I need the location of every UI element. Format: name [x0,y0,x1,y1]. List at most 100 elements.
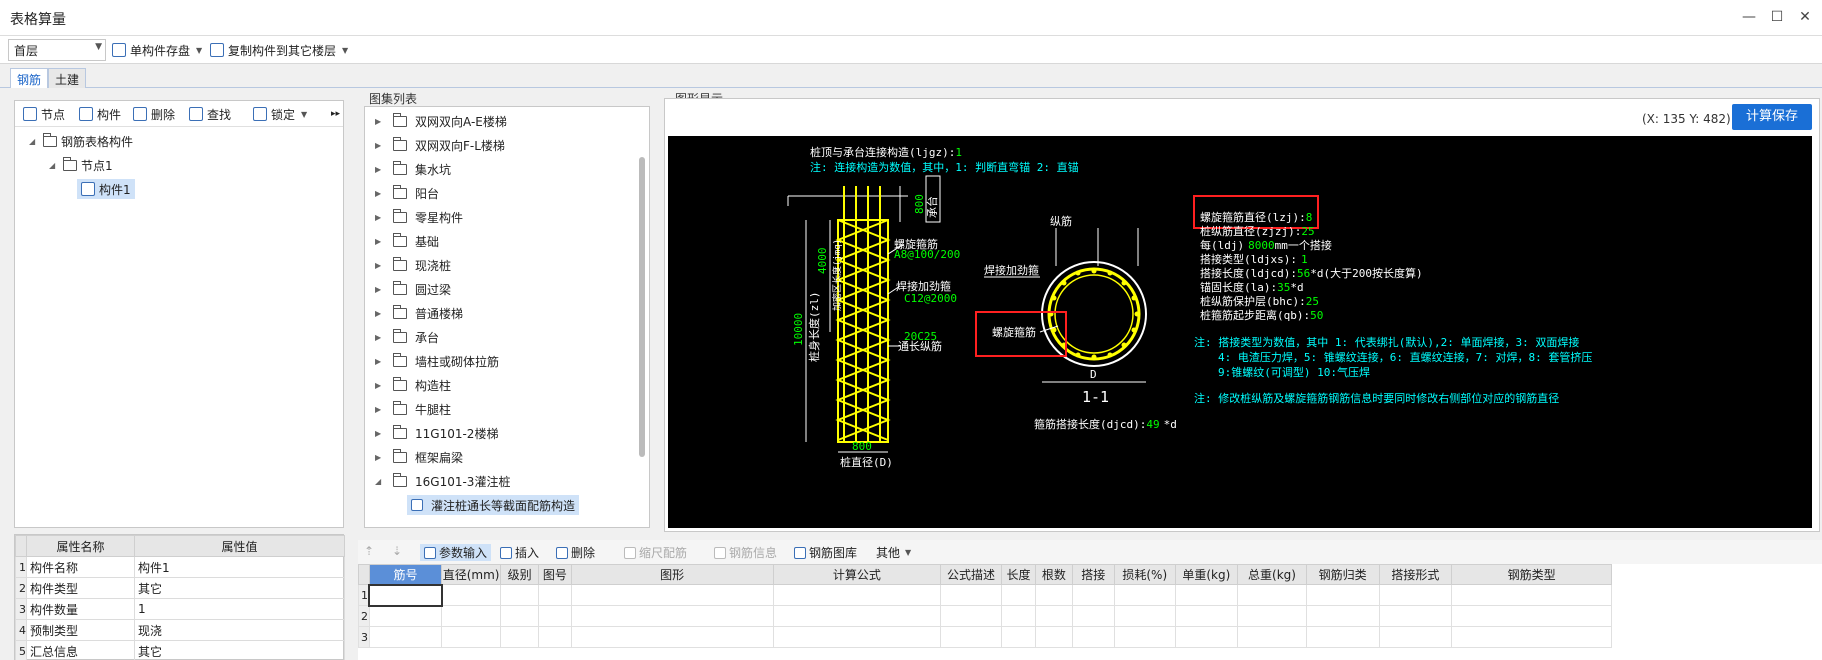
list-item[interactable]: ▶ 圆过梁 [375,279,451,299]
col-length[interactable]: 长度 [1000,564,1037,585]
grid-cell[interactable] [1071,605,1115,627]
grid-cell[interactable] [1237,605,1307,627]
list-item[interactable]: ▶ 阳台 [375,183,439,203]
prop-value[interactable]: 其它 [134,577,345,599]
prop-value[interactable]: 其它 [134,640,345,660]
grid-cell[interactable] [772,605,942,627]
list-item[interactable]: ▶ 墙柱或砌体拉筋 [375,351,499,371]
list-item[interactable]: ▶ 双网双向A-E楼梯 [375,111,507,131]
grid-cell[interactable] [1000,605,1037,627]
collapse-icon[interactable]: ◢ [375,477,385,486]
grid-cell[interactable] [1071,626,1115,648]
minimize-icon[interactable]: — [1738,6,1760,28]
list-item[interactable]: ◢ 16G101-3灌注桩 [375,471,510,491]
grid-cell[interactable] [1451,605,1612,627]
col-grade[interactable]: 级别 [499,564,540,585]
list-item[interactable]: ▶ 构造柱 [375,375,451,395]
grid-cell[interactable] [1451,626,1612,648]
grid-cell-active[interactable] [368,583,443,607]
list-item[interactable]: ▶ 框架扁梁 [375,447,463,467]
expand-icon[interactable]: ▶ [375,333,385,342]
list-item-selected[interactable]: 灌注桩通长等截面配筋构造 [407,495,580,515]
tab-civil[interactable]: 土建 [48,68,87,88]
grid-cell[interactable] [1174,584,1239,606]
scrollbar-thumb[interactable] [639,157,645,457]
list-item[interactable]: ▶ 牛腿柱 [375,399,451,419]
grid-cell[interactable] [538,584,572,606]
table-row[interactable]: 2 [358,605,1612,627]
grid-cell[interactable] [538,605,572,627]
expand-icon[interactable]: ▶ [375,165,385,174]
col-count[interactable]: 根数 [1035,564,1073,585]
col-lap[interactable]: 搭接 [1071,564,1115,585]
expand-icon[interactable]: ▶ [375,189,385,198]
rebar-library-button[interactable]: 钢筋图库 [794,544,857,561]
grid-cell[interactable] [940,626,1002,648]
grid-cell[interactable] [1113,605,1176,627]
other-menu[interactable]: 其他 ▼ [876,544,911,561]
grid-cell[interactable] [1237,584,1307,606]
close-icon[interactable]: ✕ [1794,6,1816,28]
calc-save-button[interactable]: 计算保存 [1732,104,1812,130]
table-row[interactable]: 1 [358,583,1612,607]
copy-to-floor-button[interactable]: 复制构件到其它楼层 ▼ [210,41,348,59]
param-input-button[interactable]: 参数输入 [420,544,492,561]
tree-root[interactable]: ◢ 钢筋表格构件 [29,131,133,151]
tree-node[interactable]: ◢ 节点1 [49,155,113,175]
scale-rebar-button[interactable]: 缩尺配筋 [624,544,687,561]
expand-icon[interactable]: ▶ [375,429,385,438]
prop-value[interactable]: 1 [134,598,345,620]
tab-rebar[interactable]: 钢筋 [10,68,49,88]
grid-cell[interactable] [1237,626,1307,648]
move-up-icon[interactable]: ⇡ [364,544,374,558]
grid-cell[interactable] [1305,584,1380,606]
col-category[interactable]: 钢筋归类 [1305,564,1380,585]
expand-icon[interactable]: ▶ [375,237,385,246]
list-item[interactable]: ▶ 双网双向F-L楼梯 [375,135,505,155]
cad-drawing[interactable]: 桩顶与承台连接构造(ljgz):1 注: 连接构造为数值，其中，1: 判断直弯锚… [668,136,1812,528]
lock-button[interactable]: 锁定 ▼ [253,105,307,123]
grid-cell[interactable] [1174,626,1239,648]
grid-cell[interactable] [499,584,540,606]
grid-cell[interactable] [1113,626,1176,648]
expand-more-icon[interactable]: ▸▸ [331,105,340,123]
grid-cell[interactable] [441,584,501,606]
col-total-weight[interactable]: 总重(kg) [1237,564,1307,585]
prop-value[interactable]: 构件1 [134,556,345,578]
expand-icon[interactable]: ▶ [375,141,385,150]
grid-cell[interactable] [1305,626,1380,648]
grid-cell[interactable] [570,626,774,648]
expand-icon[interactable]: ▶ [375,213,385,222]
list-item[interactable]: ▶ 11G101-2楼梯 [375,423,498,443]
expand-icon[interactable]: ◢ [49,161,59,170]
table-row[interactable]: 3 构件数量 1 [15,598,345,620]
grid-cell[interactable] [1378,626,1453,648]
move-down-icon[interactable]: ⇣ [392,544,402,558]
grid-cell[interactable] [1000,626,1037,648]
delete-row-button[interactable]: 删除 [556,544,595,561]
grid-cell[interactable] [1035,584,1073,606]
grid-cell[interactable] [1113,584,1176,606]
col-lap-type[interactable]: 搭接形式 [1378,564,1453,585]
expand-icon[interactable]: ▶ [375,405,385,414]
grid-cell[interactable] [1174,605,1239,627]
table-row[interactable]: 3 [358,626,1612,648]
col-loss[interactable]: 损耗(%) [1113,564,1176,585]
component-button[interactable]: 构件 [79,105,121,123]
floor-select[interactable]: 首层 ▼ [8,39,106,61]
table-row[interactable]: 2 构件类型 其它 [15,577,345,599]
col-shape[interactable]: 图形 [570,564,774,585]
col-figure-no[interactable]: 图号 [538,564,572,585]
node-button[interactable]: 节点 [23,105,65,123]
grid-cell[interactable] [940,605,1002,627]
list-item[interactable]: ▶ 基础 [375,231,439,251]
list-item[interactable]: ▶ 承台 [375,327,439,347]
table-row[interactable]: 1 构件名称 构件1 [15,556,345,578]
grid-cell[interactable] [772,626,942,648]
list-item[interactable]: ▶ 集水坑 [375,159,451,179]
grid-cell[interactable] [368,626,443,648]
grid-cell[interactable] [1035,605,1073,627]
expand-icon[interactable]: ▶ [375,285,385,294]
grid-cell[interactable] [441,605,501,627]
table-row[interactable]: 4 预制类型 现浇 [15,619,345,641]
